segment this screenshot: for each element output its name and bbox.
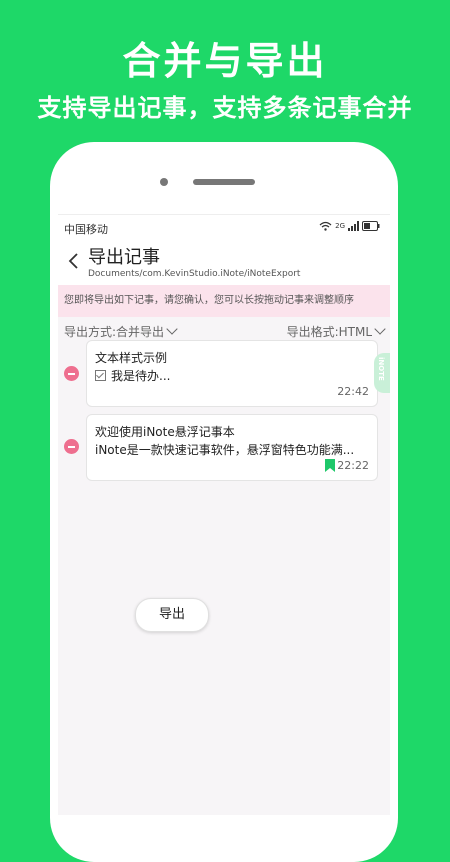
status-bar: 中国移动 2G [58,215,390,239]
export-button[interactable]: 导出 [135,598,209,632]
note-card[interactable]: 欢迎使用iNote悬浮记事本 iNote是一款快速记事软件，悬浮窗特色功能满..… [86,414,378,481]
note-preview: 我是待办... [111,369,171,383]
app-bar: 导出记事 Documents/com.KevinStudio.iNote/iNo… [58,239,390,285]
battery-icon [362,221,380,231]
note-preview-row: iNote是一款快速记事软件，悬浮窗特色功能满... [95,441,354,458]
note-title: 欢迎使用iNote悬浮记事本 [95,425,235,439]
network-type-label: 2G [335,222,345,230]
note-preview-row: 我是待办... [95,367,170,384]
promo-subtitle: 支持导出记事，支持多条记事合并 [37,94,413,122]
note-title: 文本样式示例 [95,351,168,365]
export-format-select[interactable]: 导出格式:HTML [286,323,386,340]
export-format-label: 导出格式:HTML [286,325,372,339]
page-title: 导出记事 [88,247,160,268]
camera-icon [160,178,168,186]
notice-banner: 您即将导出如下记事，请您确认，您可以长按拖动记事来调整顺序 [58,285,390,317]
chevron-down-icon [166,323,178,335]
wifi-icon [319,221,332,231]
floating-side-tab[interactable]: iNOTE [374,353,390,393]
phone-frame: 中国移动 2G 导出记事 Documents/com.KevinStudio.i… [50,142,398,862]
status-icons: 2G [319,221,380,231]
remove-note-icon[interactable] [64,439,79,454]
back-arrow-icon[interactable] [64,249,84,273]
promo-title: 合并与导出 [122,39,328,83]
chevron-down-icon [374,323,386,335]
export-path: Documents/com.KevinStudio.iNote/iNoteExp… [88,269,301,279]
note-card[interactable]: 文本样式示例 我是待办... 22:42 [86,340,378,407]
speaker-icon [193,179,255,185]
checkbox-checked-icon [95,370,106,381]
export-mode-label: 导出方式:合并导出 [64,325,165,339]
note-preview: iNote是一款快速记事软件，悬浮窗特色功能满... [95,443,355,457]
carrier-label: 中国移动 [64,223,108,236]
signal-icon [348,221,359,231]
note-time: 22:42 [337,385,369,398]
phone-screen: 中国移动 2G 导出记事 Documents/com.KevinStudio.i… [58,214,390,815]
remove-note-icon[interactable] [64,366,79,381]
side-tab-label: iNOTE [377,357,385,381]
bookmark-icon [325,459,335,472]
note-time: 22:22 [337,459,369,472]
export-mode-select[interactable]: 导出方式:合并导出 [64,323,178,340]
